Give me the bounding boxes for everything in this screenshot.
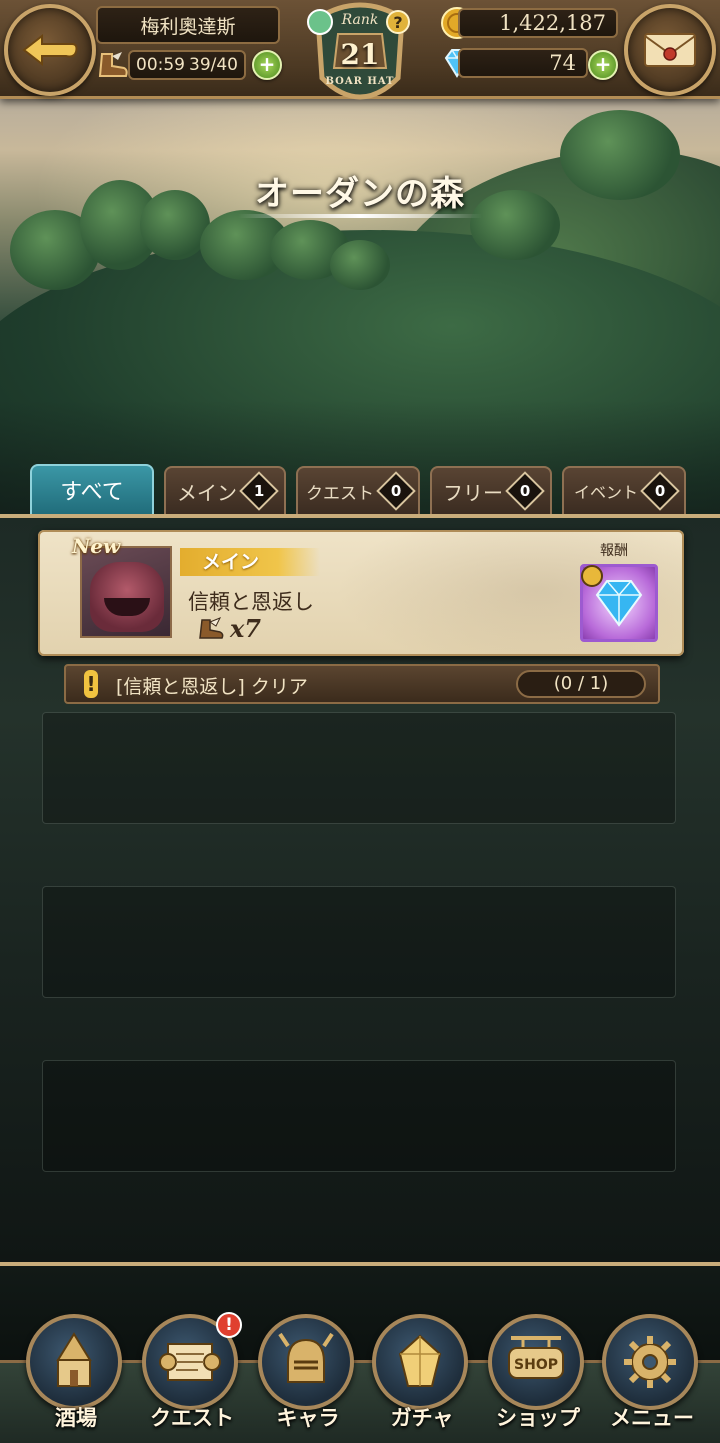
tab-count-badge: 0 bbox=[376, 471, 416, 511]
rank-help-button[interactable]: ? bbox=[386, 10, 410, 34]
mission-text: [信頼と恩返し] クリア bbox=[116, 676, 308, 698]
stamina-display: 00:59 39/40 bbox=[128, 50, 246, 80]
tab-main[interactable]: メイン 1 bbox=[164, 466, 286, 514]
tab-count-badge: 0 bbox=[640, 471, 680, 511]
new-badge: New bbox=[72, 534, 121, 558]
nav-characters[interactable]: キャラ bbox=[256, 1314, 360, 1434]
tavern-icon bbox=[56, 1332, 92, 1387]
nav-label: メニュー bbox=[610, 1406, 694, 1430]
gear-icon bbox=[624, 1336, 676, 1388]
tab-label: メイン bbox=[177, 480, 237, 505]
exclamation-icon: ! bbox=[84, 670, 98, 698]
nav-shop[interactable]: SHOP ショップ bbox=[486, 1314, 590, 1434]
envelope-icon bbox=[644, 33, 696, 67]
add-gems-button[interactable]: + bbox=[588, 50, 618, 80]
area-title: オーダンの森 bbox=[255, 174, 465, 214]
quest-card[interactable]: New メイン 信頼と恩返し x7 報酬 bbox=[38, 530, 684, 656]
tab-label: フリー bbox=[443, 480, 503, 505]
rank-emblem[interactable]: Rank 21 BOAR HAT ? bbox=[298, 0, 422, 120]
scroll-icon bbox=[159, 1343, 221, 1381]
player-name: 梅利奧達斯 bbox=[96, 6, 280, 44]
crystal-icon bbox=[398, 1334, 442, 1387]
reward-item[interactable] bbox=[580, 564, 658, 642]
stamina-boot-icon bbox=[98, 52, 128, 77]
title-divider bbox=[238, 214, 482, 218]
back-button[interactable] bbox=[4, 4, 96, 96]
gem-display: 74 + bbox=[440, 46, 624, 80]
magnifier-icon bbox=[581, 565, 603, 587]
stamina-timer: 00:59 bbox=[136, 55, 185, 75]
mission-progress: (0 / 1) bbox=[516, 670, 646, 698]
tab-event[interactable]: イベント 0 bbox=[562, 466, 686, 514]
tab-label: クエスト bbox=[306, 483, 374, 504]
rank-title: BOAR HAT bbox=[325, 76, 395, 87]
player-panel: 梅利奧達斯 00:59 39/40 + bbox=[96, 6, 286, 84]
nav-quest[interactable]: ! クエスト bbox=[140, 1312, 244, 1434]
nav-menu[interactable]: メニュー bbox=[600, 1314, 704, 1434]
shop-sign-icon: SHOP bbox=[508, 1336, 564, 1379]
quest-title: 信頼と恩返し bbox=[188, 590, 314, 614]
alert-badge: ! bbox=[216, 1312, 242, 1338]
tab-free[interactable]: フリー 0 bbox=[430, 466, 552, 514]
nav-gacha[interactable]: ガチャ bbox=[370, 1314, 474, 1434]
nav-tavern[interactable]: 酒場 bbox=[24, 1314, 128, 1434]
helmet-icon bbox=[278, 1332, 334, 1383]
quest-portrait bbox=[80, 546, 172, 638]
reward-label: 報酬 bbox=[600, 543, 628, 559]
tab-quest[interactable]: クエスト 0 bbox=[296, 466, 420, 514]
mail-button[interactable] bbox=[624, 4, 716, 96]
rank-value: 21 bbox=[340, 38, 380, 71]
back-arrow-icon bbox=[22, 33, 78, 67]
quest-stamina-cost: x7 bbox=[198, 614, 261, 643]
empty-quest-slot bbox=[42, 886, 676, 998]
nav-label: キャラ bbox=[276, 1406, 340, 1430]
nav-label: クエスト bbox=[150, 1406, 234, 1430]
tab-count-badge: 0 bbox=[505, 471, 545, 511]
stamina-boot-icon bbox=[199, 616, 224, 639]
nav-label: ショップ bbox=[496, 1406, 580, 1430]
nav-label: 酒場 bbox=[55, 1406, 97, 1430]
quest-category-ribbon: メイン bbox=[180, 548, 320, 576]
quest-filter-tabs: すべて メイン 1 クエスト 0 フリー 0 イベント 0 bbox=[30, 464, 690, 516]
gold-value: 1,422,187 bbox=[458, 8, 618, 38]
tab-count-badge: 1 bbox=[239, 471, 279, 511]
add-stamina-button[interactable]: + bbox=[252, 50, 282, 80]
empty-quest-slot bbox=[42, 1060, 676, 1172]
empty-quest-slot bbox=[42, 712, 676, 824]
tab-all[interactable]: すべて bbox=[30, 464, 154, 514]
quest-mission-bar: ! [信頼と恩返し] クリア (0 / 1) bbox=[64, 664, 660, 704]
gold-display: 1,422,187 bbox=[440, 6, 624, 40]
tab-label: すべて bbox=[60, 480, 124, 505]
svg-text:SHOP: SHOP bbox=[514, 1357, 558, 1373]
tab-label: イベント bbox=[573, 483, 638, 502]
stamina-value: 39/40 bbox=[189, 55, 238, 75]
tab-divider bbox=[0, 514, 720, 518]
gem-value: 74 bbox=[458, 48, 588, 78]
quest-cost-value: x7 bbox=[230, 614, 262, 643]
nav-label: ガチャ bbox=[390, 1406, 454, 1430]
stamina-row: 00:59 39/40 + bbox=[96, 48, 286, 82]
